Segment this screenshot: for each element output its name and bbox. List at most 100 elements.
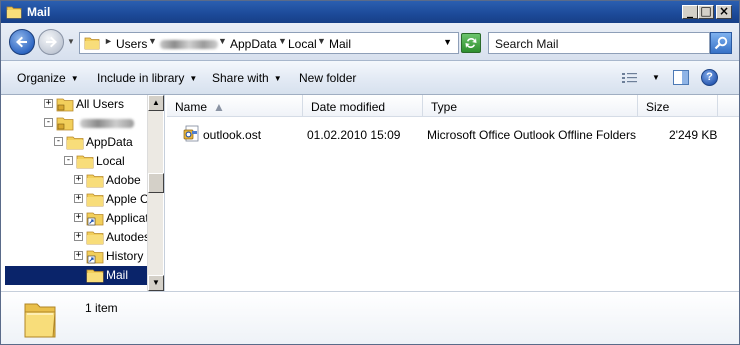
views-dropdown-icon[interactable]: ▼ [652, 73, 660, 82]
navigation-scrollbar[interactable]: ▲ ▼ [147, 95, 164, 291]
scroll-up-icon[interactable]: ▲ [148, 95, 164, 111]
preview-pane-button[interactable] [673, 70, 689, 85]
expand-icon[interactable]: + [74, 250, 83, 260]
file-type: Microsoft Office Outlook Offline Folders [427, 128, 636, 142]
item-count: 1 item [85, 301, 118, 315]
column-header-size[interactable]: Size [638, 95, 718, 117]
chevron-down-icon: ▼ [189, 74, 198, 83]
shortcut-folder-icon [86, 250, 104, 264]
breadcrumb-separator-icon[interactable]: ▼ [317, 36, 326, 46]
folder-icon [6, 6, 22, 19]
forward-arrow-icon [46, 36, 57, 48]
tree-item-label: Mail [106, 268, 129, 282]
new-folder-button[interactable]: New folder [299, 71, 356, 85]
collapse-icon[interactable]: - [64, 155, 73, 165]
tree-item-label: History [106, 249, 144, 263]
breadcrumb-local[interactable]: Local [288, 37, 317, 51]
maximize-button[interactable]: □ [698, 4, 714, 19]
folder-icon [66, 136, 84, 150]
close-button[interactable]: × [716, 4, 732, 19]
change-view-icon[interactable] [621, 71, 639, 85]
file-date-modified: 01.02.2010 15:09 [307, 128, 401, 142]
tree-item-apple-computer[interactable]: + Apple Co [5, 190, 155, 209]
search-placeholder: Search Mail [495, 37, 559, 51]
tree-item-appdata[interactable]: - AppData [5, 133, 147, 152]
tree-item-label: Applicati [106, 211, 152, 225]
scrollbar-thumb[interactable] [148, 173, 164, 193]
folder-icon [86, 193, 104, 207]
help-button[interactable]: ? [701, 69, 718, 86]
minimize-icon: _ [687, 4, 693, 18]
collapse-icon[interactable]: - [54, 136, 63, 146]
tree-item-label: Adobe [106, 173, 141, 187]
breadcrumb-mail[interactable]: Mail [329, 37, 351, 51]
forward-button[interactable] [38, 29, 64, 55]
folder-icon [24, 303, 56, 338]
breadcrumb-separator-icon[interactable]: ▼ [148, 36, 157, 46]
tree-item-history[interactable]: + History [5, 247, 147, 266]
title-bar[interactable]: Mail _ □ × [1, 1, 739, 23]
refresh-button[interactable] [461, 33, 481, 53]
tree-item-all-users[interactable]: + All Users [5, 95, 147, 114]
tree-item-label: Local [96, 154, 125, 168]
search-icon [714, 36, 728, 50]
folder-icon [84, 37, 100, 50]
tree-item-label: All Users [76, 97, 125, 111]
tree-item-adobe[interactable]: + Adobe [5, 171, 147, 190]
expand-icon[interactable]: + [74, 231, 83, 241]
tree-item-user-profile[interactable]: - [5, 114, 147, 133]
include-in-library-label: Include in library [97, 71, 185, 85]
folder-icon [86, 231, 104, 245]
back-arrow-icon [16, 36, 27, 48]
maximize-icon: □ [700, 4, 712, 18]
sort-ascending-icon: ▲ [213, 100, 225, 114]
command-bar: Organize ▼ Include in library ▼ Share with… [1, 61, 739, 95]
recent-pages-dropdown-icon[interactable]: ▼ [67, 37, 75, 46]
back-button[interactable] [9, 29, 35, 55]
tree-item-application-data[interactable]: + Applicati [5, 209, 151, 228]
column-header-date-modified[interactable]: Date modified [303, 95, 423, 117]
file-row[interactable]: outlook.ost 01.02.2010 15:09 Microsoft O… [167, 123, 739, 145]
include-in-library-button[interactable]: Include in library ▼ [97, 71, 197, 85]
breadcrumb-separator-icon[interactable]: ▼ [218, 36, 227, 46]
column-header-name[interactable]: Name ▲ [167, 95, 303, 117]
share-with-button[interactable]: Share with ▼ [212, 71, 282, 85]
minimize-button[interactable]: _ [682, 4, 698, 19]
details-pane: 1 item [1, 291, 739, 344]
breadcrumb-separator-icon[interactable]: ▼ [278, 36, 287, 46]
redacted-username [80, 119, 134, 128]
tree-item-mail[interactable]: Mail [5, 266, 147, 285]
locked-folder-icon [56, 98, 74, 112]
scroll-down-icon[interactable]: ▼ [148, 275, 164, 291]
address-row: ▼ ► Users ▼ ▼ AppData ▼ Local ▼ Mail ▼ S… [1, 23, 739, 61]
shortcut-folder-icon [86, 212, 104, 226]
folder-icon [76, 155, 94, 169]
locked-folder-icon [56, 117, 74, 131]
expand-icon[interactable]: + [74, 212, 83, 222]
expand-icon[interactable]: + [74, 174, 83, 184]
outlook-data-file-icon [183, 125, 199, 142]
breadcrumb-separator-icon[interactable]: ► [104, 36, 113, 46]
breadcrumb-users[interactable]: Users [116, 37, 147, 51]
tree-item-autodesk[interactable]: + Autodes [5, 228, 151, 247]
organize-button[interactable]: Organize ▼ [17, 71, 79, 85]
tree-item-label: AppData [86, 135, 133, 149]
file-list[interactable]: Name ▲ Date modified Type Size outlook.o… [167, 95, 739, 291]
navigation-pane[interactable]: + All Users - - AppData - Local + Adobe … [5, 95, 165, 291]
column-header-type[interactable]: Type [423, 95, 638, 117]
search-input[interactable]: Search Mail [488, 32, 710, 54]
address-bar[interactable]: ► Users ▼ ▼ AppData ▼ Local ▼ Mail ▼ [79, 32, 459, 54]
expand-icon[interactable]: + [74, 193, 83, 203]
folder-icon [86, 269, 104, 283]
expand-icon[interactable]: + [44, 98, 53, 108]
tree-item-local[interactable]: - Local [5, 152, 147, 171]
collapse-icon[interactable]: - [44, 117, 53, 127]
breadcrumb-appdata[interactable]: AppData [230, 37, 277, 51]
column-header-row: Name ▲ Date modified Type Size [167, 95, 739, 117]
address-history-dropdown-icon[interactable]: ▼ [443, 37, 452, 47]
tree-item-label: Autodes [106, 230, 151, 244]
close-icon: × [718, 4, 730, 18]
chevron-down-icon: ▼ [70, 74, 79, 83]
search-button[interactable] [710, 32, 732, 54]
folder-icon [86, 174, 104, 188]
